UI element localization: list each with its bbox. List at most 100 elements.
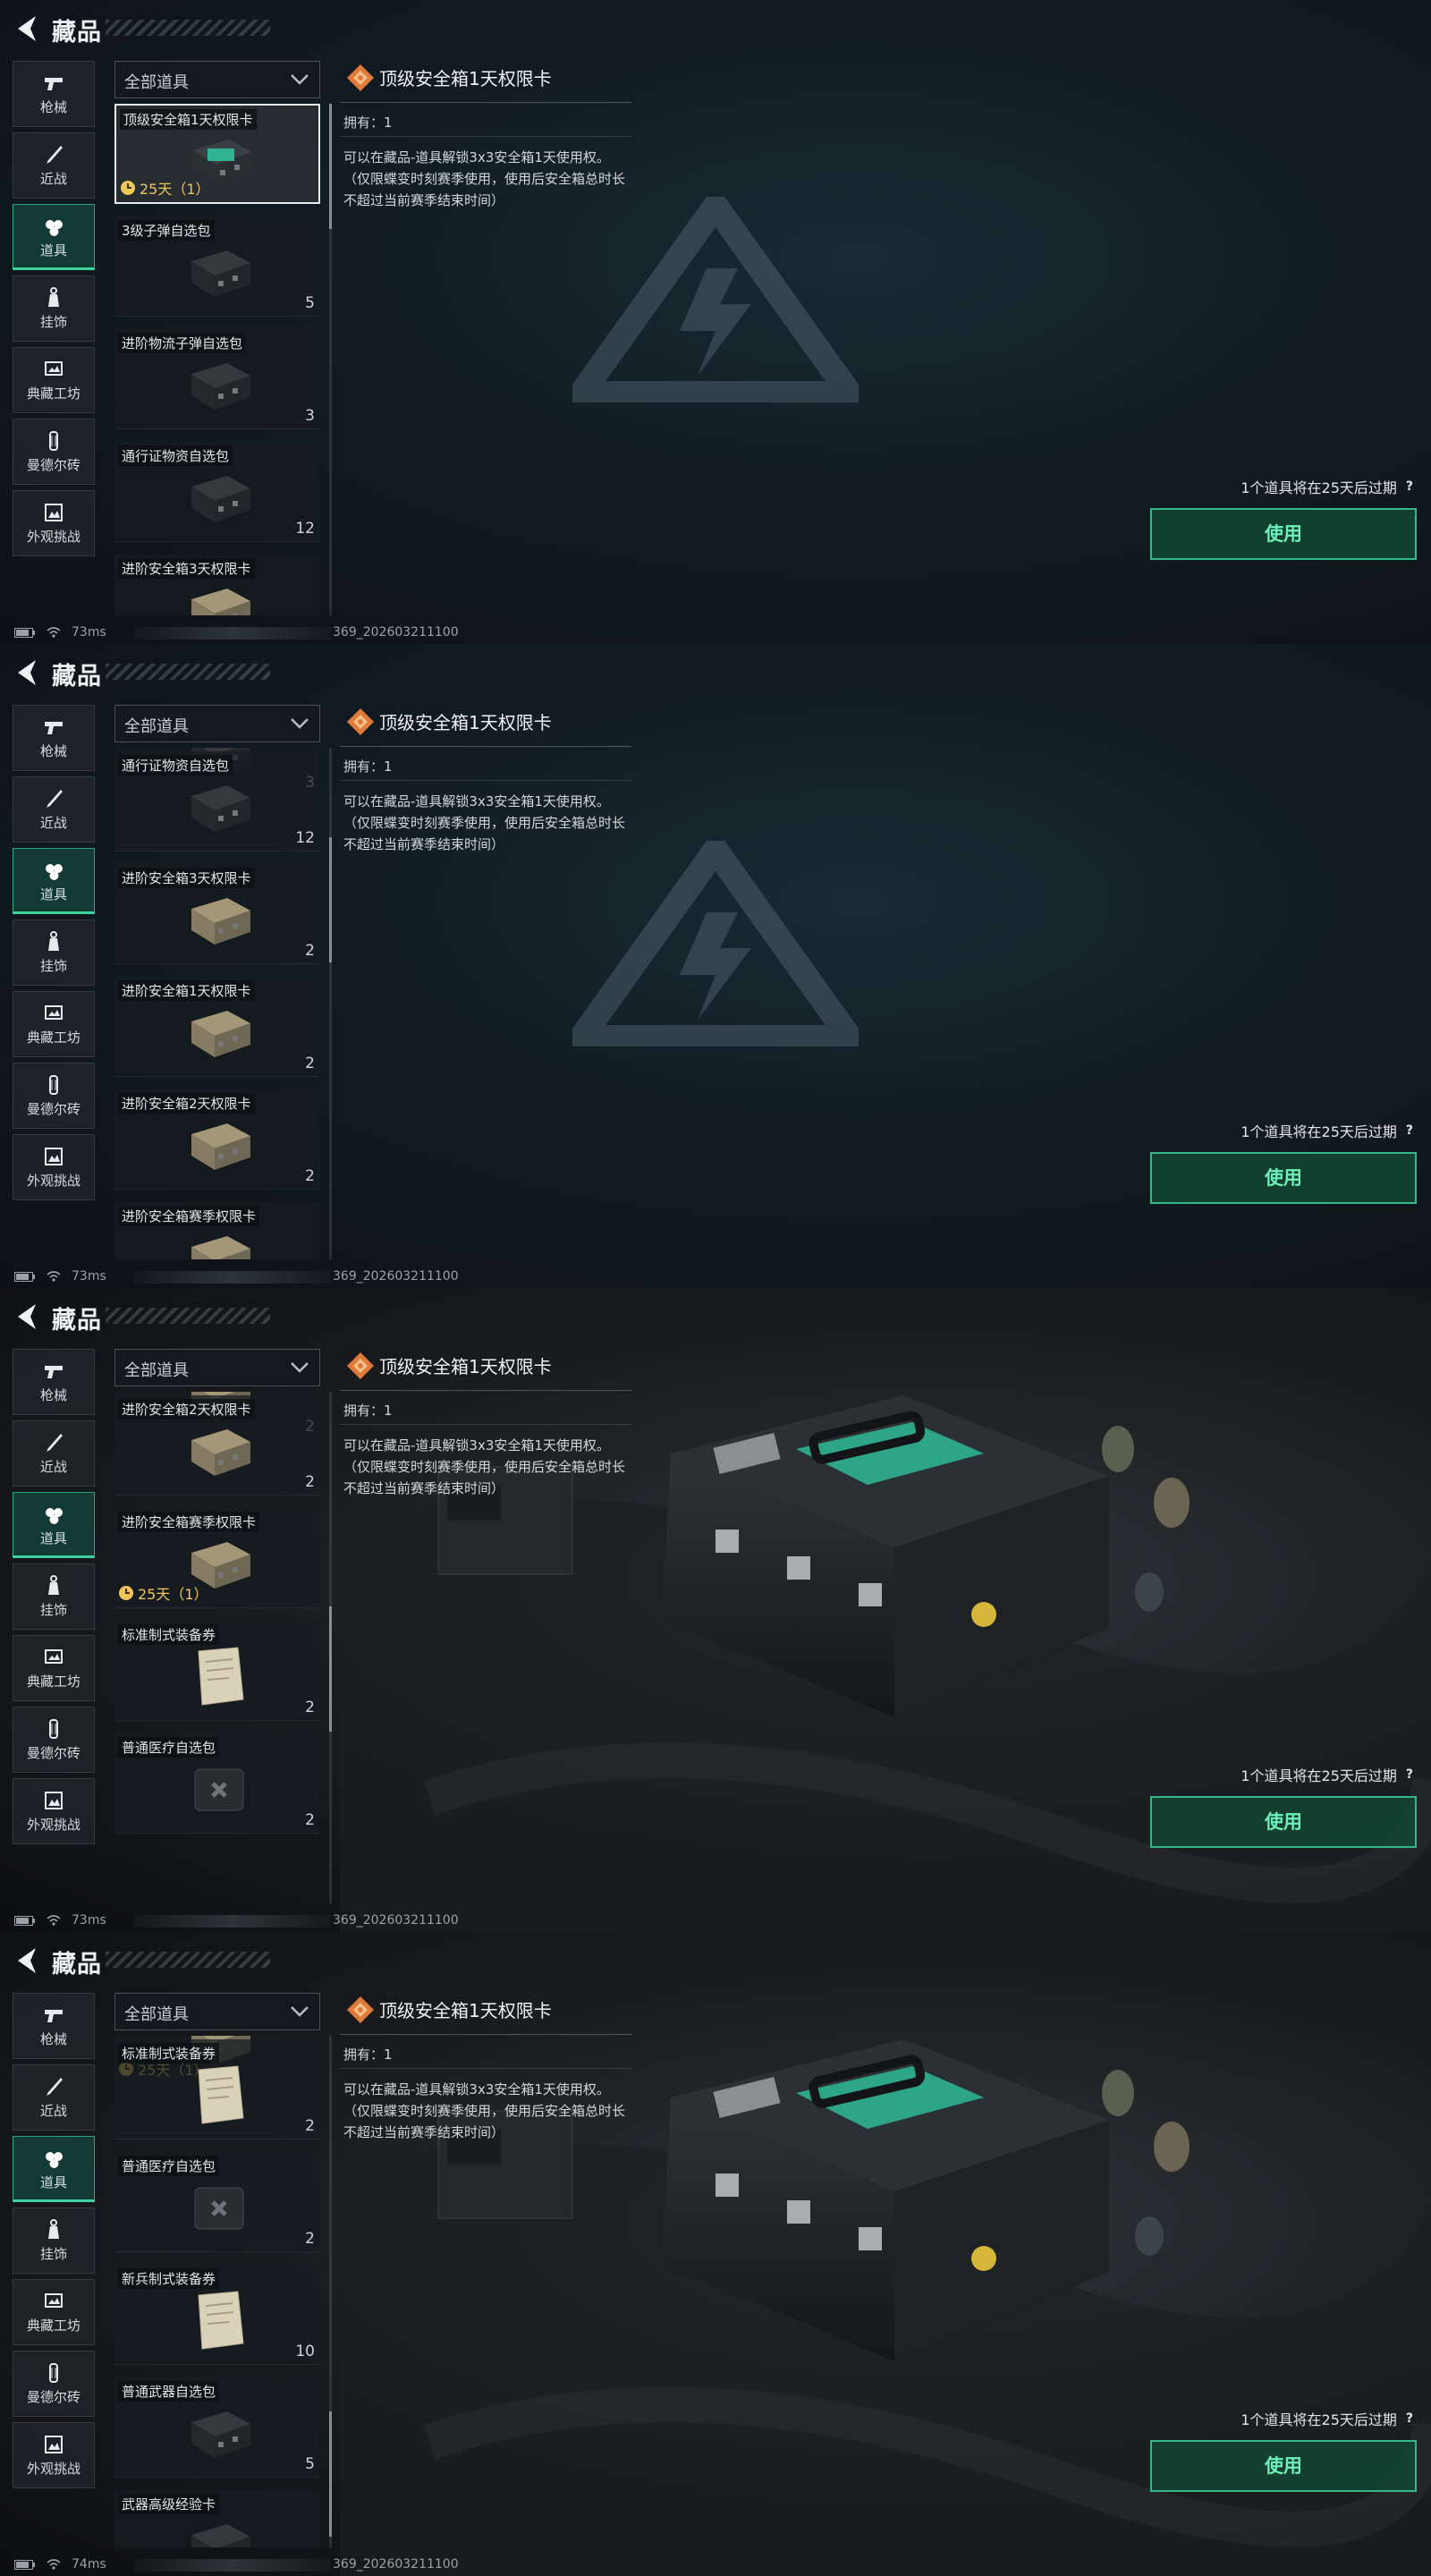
brick-icon [49,431,58,451]
list-item[interactable]: 武器高级经验卡 [114,2490,320,2547]
charm-icon [48,1575,59,1595]
chevron-down-icon [291,2006,309,2017]
nav-item-workshop[interactable]: 典藏工坊 [13,2279,95,2345]
diamond-icon [347,1352,374,1379]
item-list[interactable]: 进阶安全箱1天权限卡2进阶安全箱2天权限卡2进阶安全箱赛季权限卡25天（1）标准… [114,1392,322,1903]
list-item[interactable]: 进阶安全箱1天权限卡 2 [114,977,320,1077]
pistol-icon [45,722,63,734]
divider [340,2068,631,2069]
nav-item-knife[interactable]: 近战 [13,1420,95,1487]
list-scrollbar[interactable] [329,748,332,1259]
item-name: 进阶安全箱3天权限卡 [118,558,255,579]
nav-item-pistol[interactable]: 枪械 [13,705,95,771]
item-name: 普通医疗自选包 [118,2156,220,2176]
nav-item-brick[interactable]: 曼德尔砖 [13,1707,95,1773]
nav-item-workshop[interactable]: 典藏工坊 [13,347,95,413]
use-button[interactable]: 使用 [1150,1152,1417,1204]
nav-item-charm[interactable]: 挂饰 [13,919,95,986]
nav-item-pistol[interactable]: 枪械 [13,1993,95,2059]
scroll-thumb[interactable] [329,104,332,229]
list-item[interactable]: 标准制式装备券 2 [114,2039,320,2140]
item-image [191,476,250,522]
battery-icon [14,628,35,638]
filter-label: 全部道具 [124,717,189,736]
list-item[interactable]: 进阶安全箱赛季权限卡25天（1） [114,1508,320,1608]
item-name: 普通武器自选包 [118,2381,220,2402]
nav-item-charm[interactable]: 挂饰 [13,275,95,342]
filter-dropdown[interactable]: 全部道具 [114,705,320,742]
item-count: 2 [305,1699,315,1716]
list-scrollbar[interactable] [329,1392,332,1903]
nav-item-workshop[interactable]: 典藏工坊 [13,1635,95,1701]
list-item[interactable]: 新兵制式装备券 10 [114,2265,320,2365]
item-image [194,2187,244,2230]
back-arrow-icon[interactable] [13,13,39,45]
back-arrow-icon[interactable] [13,657,39,689]
list-item[interactable]: 进阶安全箱3天权限卡2 [114,555,320,615]
scroll-thumb[interactable] [329,837,332,962]
help-icon[interactable]: ? [1406,1123,1413,1138]
use-button[interactable]: 使用 [1150,508,1417,560]
list-item[interactable]: 普通医疗自选包 2 [114,2152,320,2252]
item-image [191,250,250,297]
nav-item-challenge[interactable]: 外观挑战 [13,1134,95,1200]
nav-item-brick[interactable]: 曼德尔砖 [13,1063,95,1129]
help-icon[interactable]: ? [1406,479,1413,494]
help-icon[interactable]: ? [1406,2411,1413,2426]
nav-item-knife[interactable]: 近战 [13,2064,95,2131]
item-list[interactable]: 进阶安全箱赛季权限卡25天（1）标准制式装备券2普通医疗自选包2新兵制式装备券1… [114,2036,322,2547]
use-button[interactable]: 使用 [1150,2440,1417,2492]
nav-item-charm[interactable]: 挂饰 [13,1563,95,1630]
list-item[interactable]: 进阶安全箱2天权限卡 2 [114,1089,320,1190]
nav-item-workshop[interactable]: 典藏工坊 [13,991,95,1057]
list-item[interactable]: 通行证物资自选包 12 [114,442,320,542]
list-item[interactable]: 普通武器自选包 5 [114,2377,320,2478]
help-icon[interactable]: ? [1406,1767,1413,1782]
nav-item-charm[interactable]: 挂饰 [13,2207,95,2274]
list-scrollbar[interactable] [329,2036,332,2547]
list-item[interactable]: 进阶安全箱2天权限卡 2 [114,1395,320,1496]
nav-item-pistol[interactable]: 枪械 [13,1349,95,1415]
wifi-icon [47,627,61,638]
nav-item-brick[interactable]: 曼德尔砖 [13,419,95,485]
filter-dropdown[interactable]: 全部道具 [114,61,320,98]
list-item[interactable]: 普通医疗自选包 2 [114,1733,320,1834]
redacted-bar [134,1271,331,1284]
nav-item-items[interactable]: 道具 [13,204,95,270]
back-arrow-icon[interactable] [13,1301,39,1333]
scroll-thumb[interactable] [329,1606,332,1732]
scroll-thumb[interactable] [329,2411,332,2537]
nav-item-pistol[interactable]: 枪械 [13,61,95,127]
list-item[interactable]: 通行证物资自选包 12 [114,751,320,852]
list-scrollbar[interactable] [329,104,332,615]
nav-item-challenge[interactable]: 外观挑战 [13,490,95,556]
filter-dropdown[interactable]: 全部道具 [114,1993,320,2030]
list-item[interactable]: 进阶安全箱赛季权限卡25天（1） [114,1202,320,1259]
nav-item-items[interactable]: 道具 [13,1492,95,1558]
nav-item-challenge[interactable]: 外观挑战 [13,2422,95,2488]
list-item[interactable]: 进阶物流子弹自选包 3 [114,329,320,429]
item-list[interactable]: 顶级安全箱1天权限卡 25天（1） 3级子弹自选包 5 进阶物流子弹自选包 3 通行证物资自… [114,104,322,615]
item-name: 顶级安全箱1天权限卡 [120,109,257,130]
detail-title: 顶级安全箱1天权限卡 [379,1356,552,1377]
nav-item-brick[interactable]: 曼德尔砖 [13,2351,95,2417]
use-button[interactable]: 使用 [1150,1796,1417,1848]
filter-label: 全部道具 [124,1361,189,1380]
nav-item-challenge[interactable]: 外观挑战 [13,1778,95,1844]
list-item[interactable]: 3级子弹自选包 5 [114,216,320,317]
filter-dropdown[interactable]: 全部道具 [114,1349,320,1386]
knife-icon [47,146,63,164]
back-arrow-icon[interactable] [13,1945,39,1977]
list-item[interactable]: 顶级安全箱1天权限卡 25天（1） [114,104,320,204]
owned-count: 拥有：1 [343,1402,393,1419]
list-item[interactable]: 进阶安全箱3天权限卡2 [114,864,320,964]
nav-item-knife[interactable]: 近战 [13,776,95,843]
item-list[interactable]: 进阶物流子弹自选包3通行证物资自选包12进阶安全箱3天权限卡2进阶安全箱1天权限… [114,748,322,1259]
wifi-icon [47,1271,61,1282]
list-item[interactable]: 标准制式装备券 2 [114,1621,320,1721]
nav-item-items[interactable]: 道具 [13,2136,95,2202]
nav-item-knife[interactable]: 近战 [13,132,95,199]
nav-item-items[interactable]: 道具 [13,848,95,914]
item-image [191,363,250,410]
item-count: 5 [305,2455,315,2473]
